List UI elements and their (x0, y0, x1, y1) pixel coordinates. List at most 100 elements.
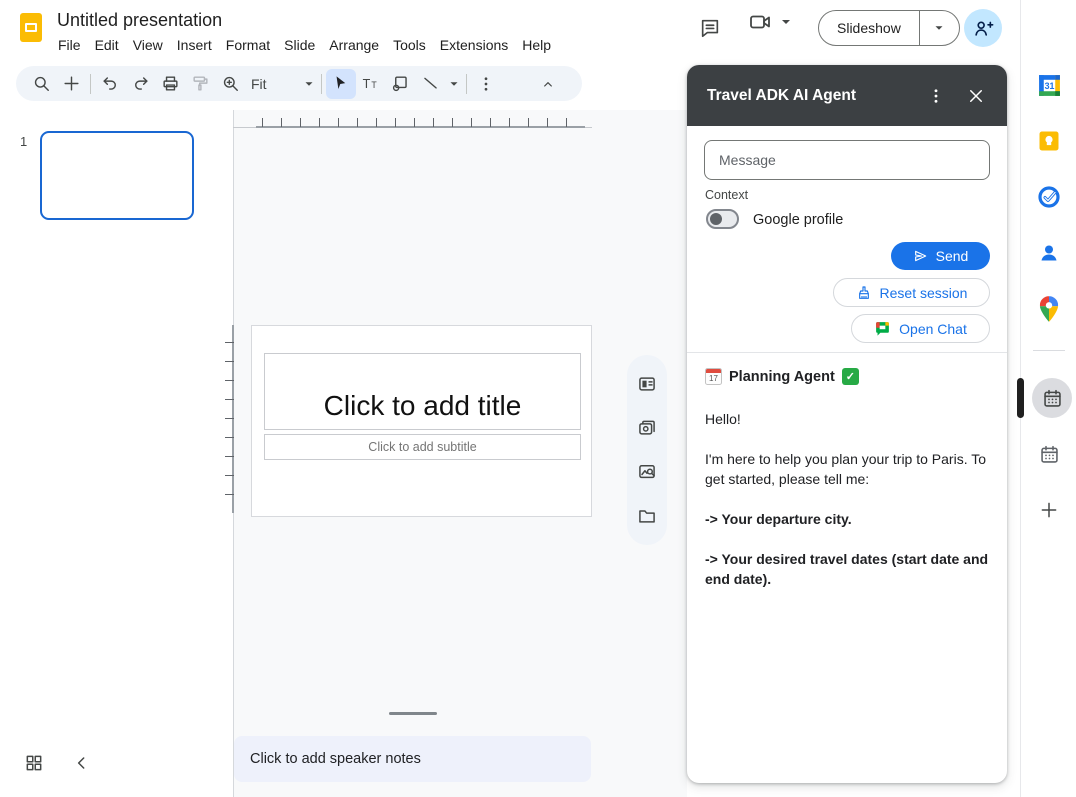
menu-format[interactable]: Format (219, 35, 277, 55)
slide-editor[interactable]: Click to add title Click to add subtitle (251, 325, 592, 517)
google-contacts-icon (1037, 241, 1061, 265)
panel-header: Travel ADK AI Agent (687, 65, 1007, 126)
google-maps-icon (1038, 295, 1060, 323)
line-dropdown[interactable] (446, 77, 462, 91)
slideshow-button[interactable]: Slideshow (819, 11, 920, 45)
undo-icon (101, 74, 120, 93)
redo-icon (131, 74, 150, 93)
zoom-fit-dropdown[interactable] (301, 77, 317, 91)
layout-icon (637, 374, 657, 394)
google-keep-button[interactable] (1035, 127, 1063, 155)
calendar-addon-icon (1042, 388, 1063, 409)
menu-bar: File Edit View Insert Format Slide Arran… (51, 35, 558, 55)
document-title[interactable]: Untitled presentation (57, 10, 222, 31)
line-icon (421, 74, 440, 93)
chevron-down-icon[interactable] (778, 14, 794, 30)
print-button[interactable] (155, 69, 185, 99)
zoom-in-icon (221, 74, 240, 93)
new-slide-button[interactable] (56, 69, 86, 99)
chevron-down-icon (302, 77, 316, 91)
google-calendar-icon: 31 (1037, 73, 1062, 98)
addon-calendar-button[interactable] (1035, 440, 1063, 468)
speaker-notes[interactable]: Click to add speaker notes (234, 736, 591, 782)
slideshow-options-button[interactable] (920, 11, 959, 45)
grid-view-button[interactable] (24, 753, 44, 773)
chevron-down-icon (932, 21, 946, 35)
slide-thumbnail-1[interactable] (40, 131, 194, 220)
undo-button[interactable] (95, 69, 125, 99)
google-tasks-button[interactable] (1035, 183, 1063, 211)
main-toolbar: Fit T T (16, 66, 582, 101)
addon-calendar-active-button[interactable] (1032, 378, 1072, 418)
insert-shape-button[interactable] (386, 69, 416, 99)
paint-format-button[interactable] (185, 69, 215, 99)
google-contacts-button[interactable] (1035, 239, 1063, 267)
subtitle-placeholder[interactable]: Click to add subtitle (264, 434, 581, 460)
google-tasks-icon (1037, 185, 1061, 209)
get-add-ons-button[interactable] (1035, 496, 1063, 524)
menu-tools[interactable]: Tools (386, 35, 433, 55)
slides-logo[interactable] (20, 13, 42, 42)
google-profile-toggle[interactable] (706, 209, 739, 229)
insert-line-button[interactable] (416, 69, 446, 99)
title-placeholder[interactable]: Click to add title (264, 353, 581, 430)
more-tools-button[interactable] (471, 69, 501, 99)
image-search-button[interactable] (632, 457, 662, 487)
grid-view-icon (24, 753, 44, 773)
open-chat-button[interactable]: Open Chat (851, 314, 990, 343)
calendar-emoji: 17 (705, 368, 722, 385)
zoom-button[interactable] (215, 69, 245, 99)
slideshow-split-button: Slideshow (818, 10, 960, 46)
agent-point-2: -> Your desired travel dates (start date… (705, 549, 997, 589)
agent-name: Planning Agent (729, 369, 835, 385)
menu-slide[interactable]: Slide (277, 35, 322, 55)
plus-icon (1039, 500, 1059, 520)
close-icon (967, 87, 985, 105)
zoom-fit-value[interactable]: Fit (245, 76, 271, 92)
chevron-up-icon (540, 76, 556, 92)
agent-message-header: 17 Planning Agent ✓ (705, 368, 859, 385)
panel-menu-button[interactable] (918, 78, 954, 114)
svg-text:T: T (371, 80, 377, 90)
collapse-filmstrip-button[interactable] (72, 753, 92, 773)
three-dot-vertical-icon (927, 87, 945, 105)
slide-number: 1 (20, 134, 27, 149)
google-profile-toggle-label: Google profile (753, 212, 843, 228)
menu-arrange[interactable]: Arrange (322, 35, 386, 55)
google-maps-button[interactable] (1035, 295, 1063, 323)
cursor-icon (331, 74, 350, 93)
collapse-toolbar-button[interactable] (533, 69, 563, 99)
agent-intro: I'm here to help you plan your trip to P… (705, 449, 997, 489)
photos-button[interactable] (632, 413, 662, 443)
menu-insert[interactable]: Insert (170, 35, 219, 55)
google-chat-logo-icon (874, 320, 891, 337)
panel-close-button[interactable] (958, 78, 994, 114)
broom-icon (856, 285, 872, 301)
text-box-button[interactable]: T T (356, 69, 386, 99)
menu-file[interactable]: File (51, 35, 88, 55)
join-call-button[interactable] (748, 10, 800, 34)
open-comments-button[interactable] (692, 10, 728, 46)
send-icon (913, 248, 929, 264)
search-icon (32, 74, 51, 93)
send-button[interactable]: Send (891, 242, 990, 270)
video-camera-icon (748, 10, 772, 34)
google-calendar-button[interactable]: 31 (1035, 71, 1063, 99)
menu-help[interactable]: Help (515, 35, 558, 55)
share-button[interactable] (964, 9, 1002, 47)
reset-session-button[interactable]: Reset session (833, 278, 990, 307)
folder-icon (637, 506, 657, 526)
menu-view[interactable]: View (126, 35, 170, 55)
folder-button[interactable] (632, 501, 662, 531)
message-input[interactable] (704, 140, 990, 180)
text-box-icon: T T (361, 74, 381, 94)
redo-button[interactable] (125, 69, 155, 99)
layouts-button[interactable] (632, 369, 662, 399)
agent-greeting: Hello! (705, 409, 997, 429)
menu-extensions[interactable]: Extensions (433, 35, 515, 55)
menu-edit[interactable]: Edit (88, 35, 126, 55)
notes-resize-handle[interactable] (389, 712, 437, 715)
select-tool-button[interactable] (326, 69, 356, 99)
three-dot-vertical-icon (477, 75, 495, 93)
search-menus-button[interactable] (26, 69, 56, 99)
